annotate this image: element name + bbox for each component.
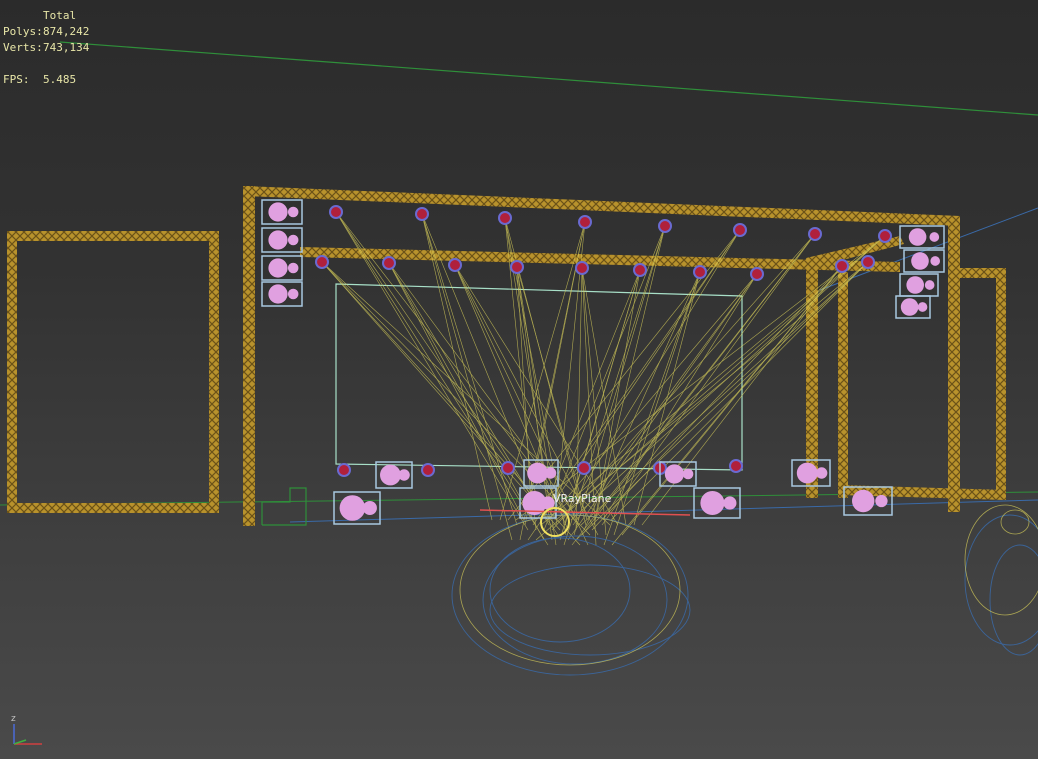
light-fixture-icon	[315, 255, 329, 269]
light-fixture-icon	[382, 256, 396, 270]
light-fixture-icon	[750, 267, 764, 281]
stats-header: Total	[43, 9, 77, 22]
stats-value: 743,134	[43, 41, 90, 54]
light-fixture-icon	[633, 263, 647, 277]
speaker-box	[693, 487, 741, 519]
light-fixture-icon	[808, 227, 822, 241]
light-fixture-icon	[578, 215, 592, 229]
speaker-box	[903, 249, 945, 273]
light-beam	[321, 261, 611, 526]
light-fixture-icon	[878, 229, 892, 243]
grid-line	[59, 41, 1038, 116]
light-beam	[547, 273, 758, 521]
stats-value: 5.485	[43, 73, 77, 86]
light-fixture-icon	[498, 211, 512, 225]
light-fixture-icon	[693, 265, 707, 279]
axis-gizmo-icon: z	[11, 714, 42, 745]
speaker-box	[895, 295, 931, 319]
speaker-box	[261, 199, 303, 225]
light-beam	[454, 264, 569, 531]
light-beam	[603, 271, 701, 546]
speaker-box	[899, 273, 939, 297]
light-fixture-icon	[577, 461, 591, 475]
stats-label: Polys:	[3, 25, 43, 38]
axis-z-label: z	[11, 714, 16, 724]
speaker-box	[791, 459, 831, 487]
light-fixture-icon	[329, 205, 343, 219]
object-name-label[interactable]: VRayPlane	[553, 492, 611, 505]
speaker-box	[899, 225, 945, 249]
stats-label: Verts:	[3, 41, 43, 54]
speaker-box	[261, 227, 303, 253]
light-fixture-icon	[421, 463, 435, 477]
light-fixture-icon	[501, 461, 515, 475]
truss-frame-left	[7, 231, 219, 513]
stage-step	[261, 487, 307, 526]
light-fixture-icon	[448, 258, 462, 272]
stats-value: 874,242	[43, 25, 90, 38]
stats-label: FPS:	[3, 73, 30, 86]
light-fixture-icon	[337, 463, 351, 477]
light-beam	[601, 233, 816, 526]
wireframe-scene[interactable]	[0, 0, 1038, 759]
light-fixture-icon	[729, 459, 743, 473]
light-fixture-icon	[658, 219, 672, 233]
light-beam	[613, 271, 701, 536]
speaker-box	[261, 281, 303, 307]
light-fixture-icon	[510, 260, 524, 274]
3d-viewport[interactable]: Total Polys: 874,242 Verts: 743,134 FPS:…	[0, 0, 1038, 759]
light-fixture-icon	[733, 223, 747, 237]
speaker-box	[375, 461, 413, 489]
light-beam	[562, 229, 741, 521]
speaker-box	[261, 255, 303, 281]
light-fixture-icon	[575, 261, 589, 275]
light-beam	[388, 262, 525, 521]
light-fixture-icon	[835, 259, 849, 273]
wire-domes	[451, 514, 1038, 676]
light-fixture-icon	[415, 207, 429, 221]
wire-line	[289, 499, 1038, 523]
light-fixture-icon	[861, 255, 875, 269]
